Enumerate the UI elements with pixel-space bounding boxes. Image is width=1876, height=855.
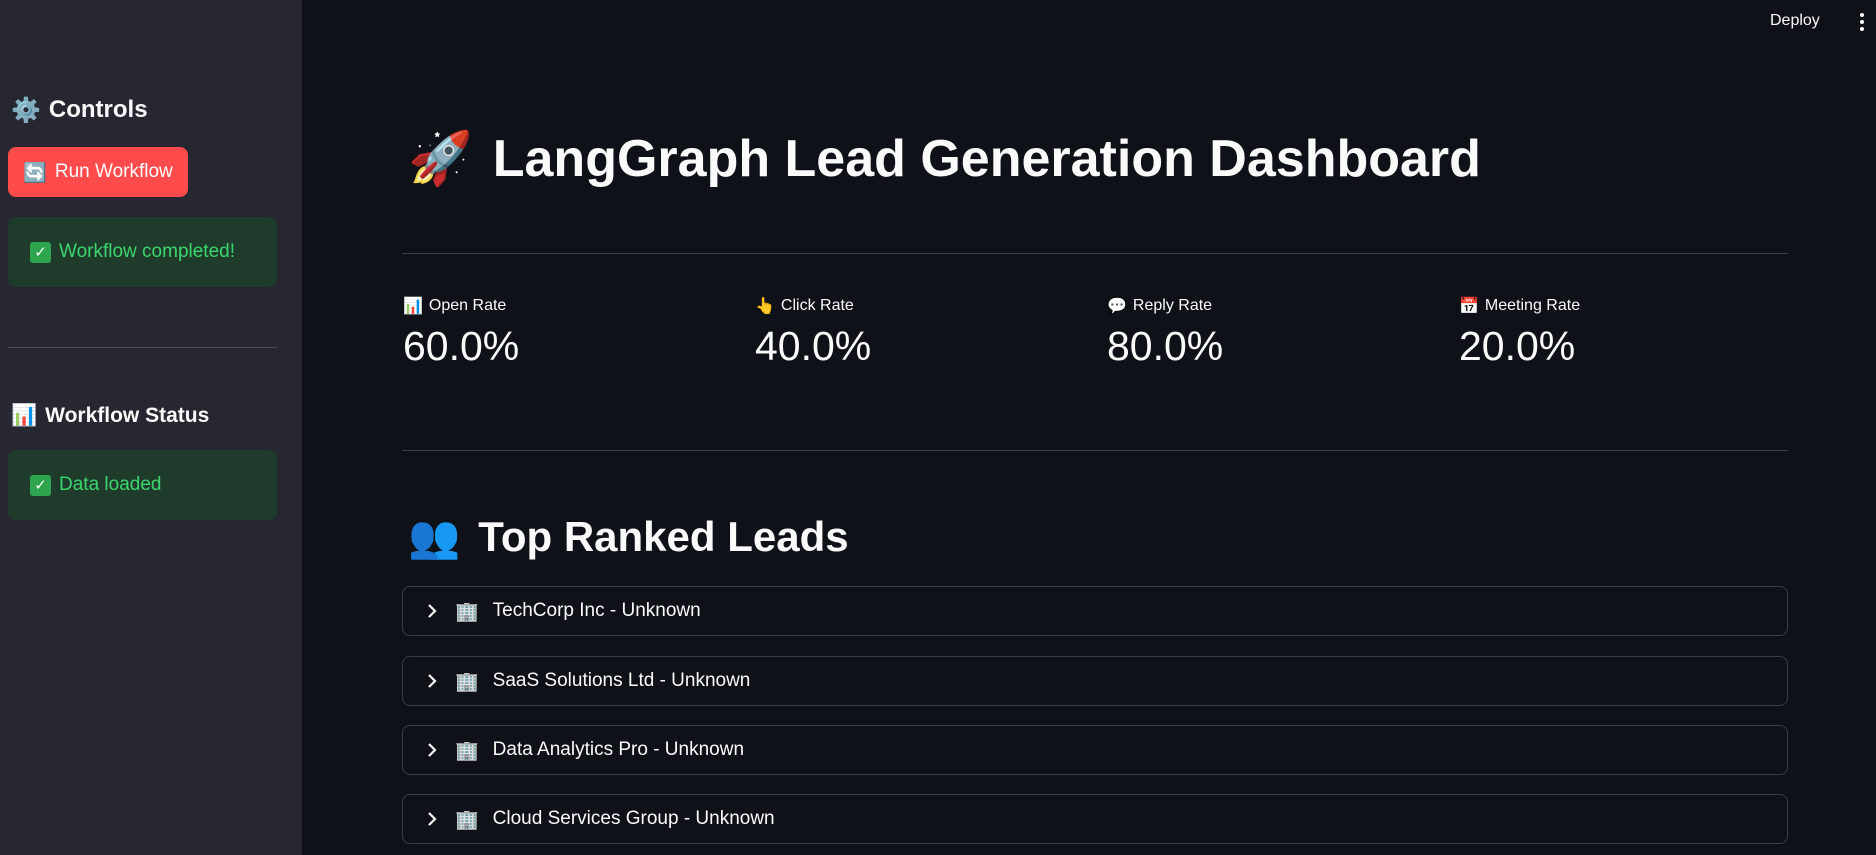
gear-icon: ⚙️ [11, 96, 41, 124]
lead-expander[interactable]: 🏢 Data Analytics Pro - Unknown [402, 725, 1788, 775]
refresh-icon: 🔄 [23, 161, 47, 184]
metric-meeting-rate: 📅 Meeting Rate 20.0% [1459, 296, 1789, 370]
metric-value: 80.0% [1107, 323, 1224, 369]
checkmark-icon: ✓ [30, 474, 51, 496]
lead-expander[interactable]: 🏢 TechCorp Inc - Unknown [402, 586, 1788, 636]
building-icon: 🏢 [455, 600, 479, 623]
dot [1860, 13, 1864, 17]
metric-value: 60.0% [403, 323, 520, 369]
metric-value: 20.0% [1459, 323, 1576, 369]
metric-label-text: Click Rate [780, 296, 854, 314]
metric-click-rate: 👆 Click Rate 40.0% [755, 296, 1085, 370]
page-title: 🚀 LangGraph Lead Generation Dashboard [408, 128, 1481, 189]
building-icon: 🏢 [455, 739, 479, 762]
data-loaded-text: Data loaded [59, 474, 162, 495]
metric-label: 📊 Open Rate [403, 296, 733, 315]
building-icon: 🏢 [455, 808, 479, 831]
deploy-button[interactable]: Deploy [1762, 8, 1828, 34]
dot [1860, 20, 1864, 24]
lead-expander[interactable]: 🏢 SaaS Solutions Ltd - Unknown [402, 656, 1788, 706]
pointing-hand-icon: 👆 [755, 296, 775, 315]
divider [402, 450, 1788, 451]
divider [402, 253, 1788, 254]
workflow-completed-text: Workflow completed! [59, 241, 235, 262]
lead-label: SaaS Solutions Ltd - Unknown [492, 670, 751, 691]
metric-reply-rate: 💬 Reply Rate 80.0% [1107, 296, 1437, 370]
people-icon: 👥 [408, 512, 461, 561]
data-loaded-alert: ✓ Data loaded [8, 450, 277, 520]
lead-label: TechCorp Inc - Unknown [492, 600, 701, 621]
metric-open-rate: 📊 Open Rate 60.0% [403, 296, 733, 370]
workflow-status-heading: 📊 Workflow Status [11, 403, 209, 428]
lead-label: Data Analytics Pro - Unknown [492, 739, 745, 760]
metric-label: 💬 Reply Rate [1107, 296, 1437, 315]
workflow-status-heading-text: Workflow Status [45, 403, 210, 427]
run-workflow-label: Run Workflow [54, 161, 173, 182]
speech-bubble-icon: 💬 [1107, 296, 1127, 315]
chevron-right-icon [428, 743, 437, 757]
checkmark-icon: ✓ [30, 241, 51, 263]
controls-heading: ⚙️ Controls [11, 96, 148, 124]
leads-section-title: 👥 Top Ranked Leads [408, 512, 849, 562]
building-icon: 🏢 [455, 670, 479, 693]
metric-label: 👆 Click Rate [755, 296, 1085, 315]
lead-expander[interactable]: 🏢 Cloud Services Group - Unknown [402, 794, 1788, 844]
run-workflow-button[interactable]: 🔄 Run Workflow [8, 147, 188, 197]
metric-label: 📅 Meeting Rate [1459, 296, 1789, 315]
leads-section-title-text: Top Ranked Leads [478, 513, 849, 560]
chevron-right-icon [428, 812, 437, 826]
lead-label: Cloud Services Group - Unknown [492, 808, 775, 829]
more-options-icon[interactable] [1852, 10, 1872, 34]
controls-heading-text: Controls [48, 96, 148, 123]
workflow-completed-alert: ✓ Workflow completed! [8, 217, 277, 287]
rocket-icon: 🚀 [408, 129, 473, 189]
app-root: ⚙️ Controls 🔄 Run Workflow ✓ Workflow co… [0, 0, 1876, 855]
bar-chart-icon: 📊 [11, 403, 38, 427]
sidebar-divider [8, 347, 277, 348]
dot [1860, 27, 1864, 31]
metric-value: 40.0% [755, 323, 872, 369]
metric-label-text: Meeting Rate [1484, 296, 1581, 314]
bar-chart-icon: 📊 [403, 296, 423, 315]
sidebar: ⚙️ Controls 🔄 Run Workflow ✓ Workflow co… [0, 0, 302, 855]
metric-label-text: Open Rate [428, 296, 507, 314]
chevron-right-icon [428, 674, 437, 688]
page-title-text: LangGraph Lead Generation Dashboard [492, 129, 1481, 188]
metric-label-text: Reply Rate [1132, 296, 1213, 314]
calendar-icon: 📅 [1459, 296, 1479, 315]
chevron-right-icon [428, 604, 437, 618]
